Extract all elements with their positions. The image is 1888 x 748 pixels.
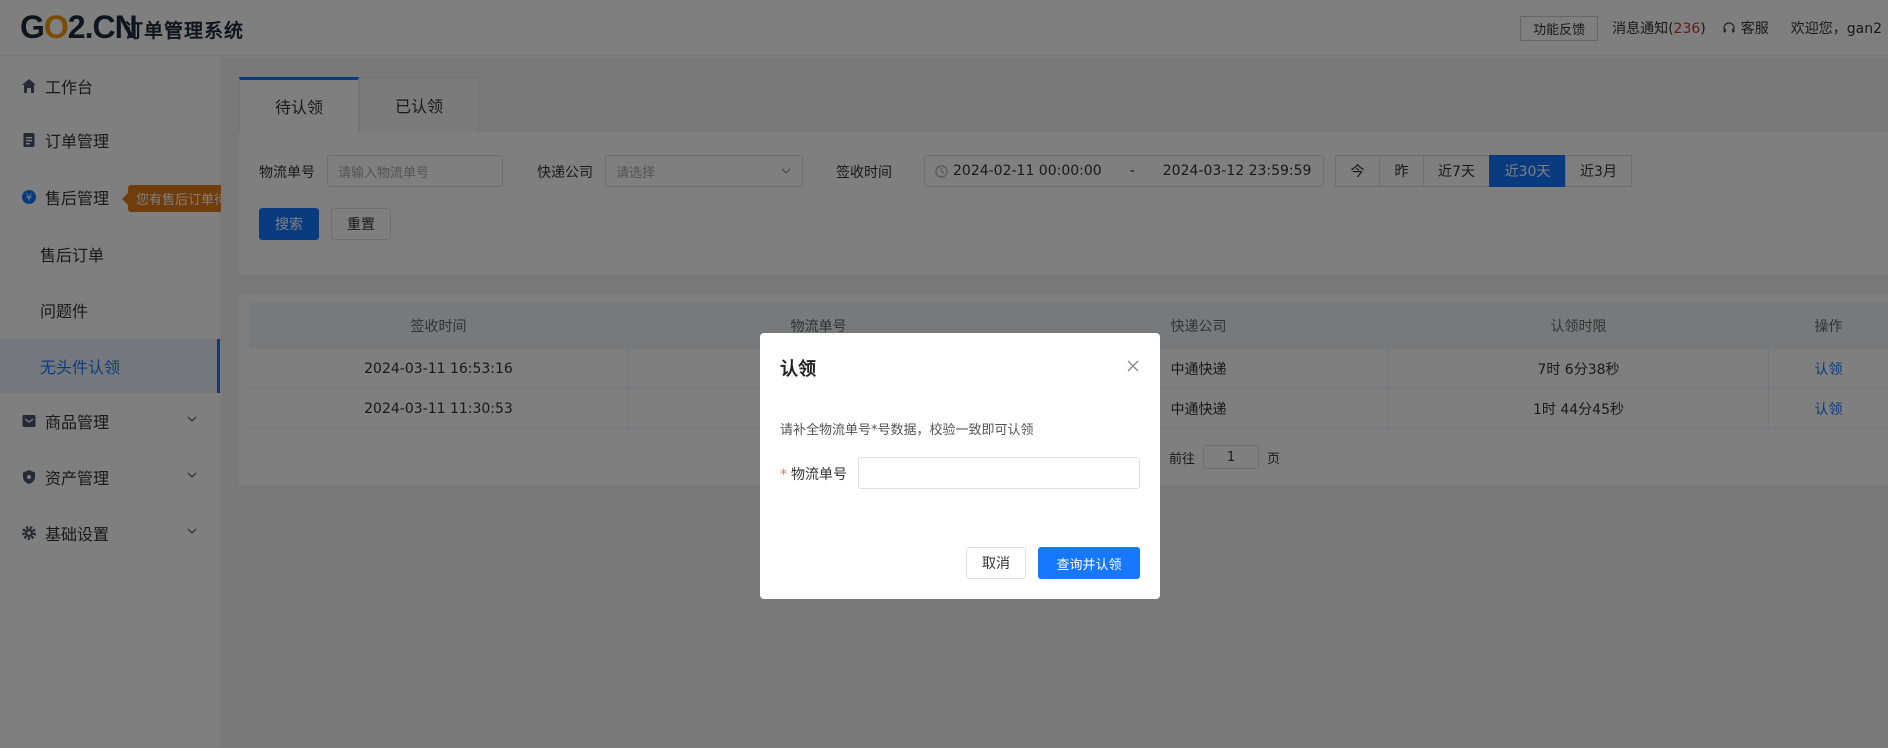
query-claim-button[interactable]: 查询并认领 xyxy=(1038,547,1140,579)
required-mark: * xyxy=(780,467,787,483)
claim-dialog: 认领 请补全物流单号*号数据，校验一致即可认领 * 物流单号 取消 查询并认领 xyxy=(760,333,1160,599)
dialog-description: 请补全物流单号*号数据，校验一致即可认领 xyxy=(780,423,1034,438)
tracking-number-input[interactable] xyxy=(858,457,1140,489)
tracking-field-label: * 物流单号 xyxy=(780,467,847,483)
close-icon[interactable] xyxy=(1126,359,1140,373)
cancel-button[interactable]: 取消 xyxy=(966,547,1026,579)
dialog-title: 认领 xyxy=(780,359,816,380)
